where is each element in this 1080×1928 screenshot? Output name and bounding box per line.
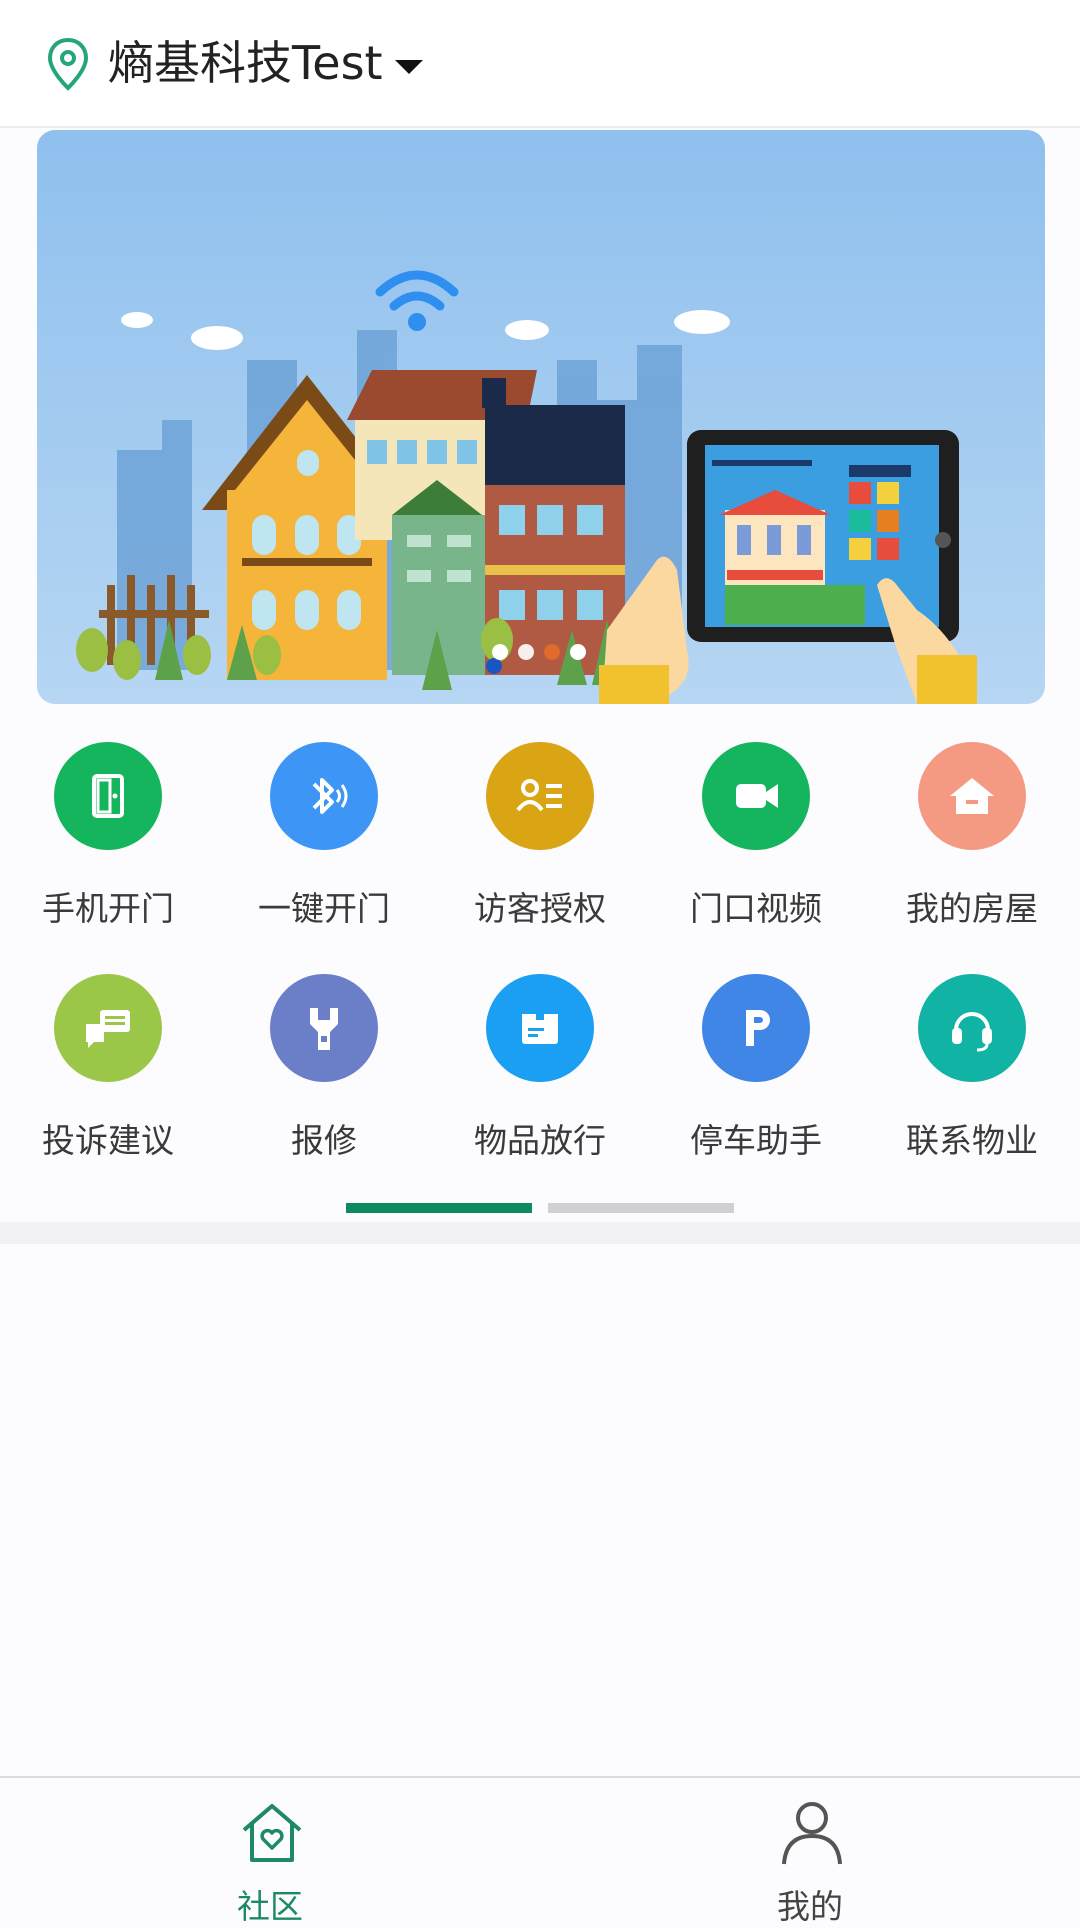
service-label: 门口视频 [690,889,822,928]
chat-bubble-icon [54,974,162,1082]
parking-icon [702,974,810,1082]
smart-community-illustration [37,130,1045,704]
user-icon [782,1802,842,1865]
house-icon [918,742,1026,850]
wrench-icon [270,974,378,1082]
home-heart-icon [242,1804,302,1862]
pager-indicator-inactive[interactable] [548,1203,734,1213]
service-label: 联系物业 [906,1121,1038,1160]
service-visitor-auth[interactable]: 访客授权 [432,740,648,960]
service-parking[interactable]: 停车助手 [648,972,864,1192]
phone-door-icon [54,742,162,850]
headset-icon [918,974,1026,1082]
location-pin-icon [47,37,89,91]
community-selector[interactable]: 熵基科技Test [108,30,423,96]
service-complaint[interactable]: 投诉建议 [0,972,216,1192]
service-label: 访客授权 [474,889,606,928]
service-label: 停车助手 [690,1121,822,1160]
service-label: 一键开门 [258,889,390,928]
visitor-list-icon [486,742,594,850]
community-name: 熵基科技Test [108,36,383,90]
service-phone-door[interactable]: 手机开门 [0,740,216,960]
caret-down-icon [394,59,423,74]
service-label: 物品放行 [474,1121,606,1160]
tab-label: 社区 [237,1887,303,1926]
grid-pager [0,1203,1080,1213]
pager-indicator-active[interactable] [346,1203,532,1213]
service-one-key-door[interactable]: 一键开门 [216,740,432,960]
service-label: 手机开门 [42,889,174,928]
banner-carousel[interactable] [37,130,1045,704]
service-item-release[interactable]: 物品放行 [432,972,648,1192]
package-icon [486,974,594,1082]
service-contact-property[interactable]: 联系物业 [864,972,1080,1192]
service-my-house[interactable]: 我的房屋 [864,740,1080,960]
top-bar: 熵基科技Test [0,0,1080,128]
tab-mine[interactable]: 我的 [540,1778,1080,1926]
service-label: 投诉建议 [42,1121,174,1160]
section-divider [0,1222,1080,1244]
video-camera-icon [702,742,810,850]
service-door-video[interactable]: 门口视频 [648,740,864,960]
tab-label: 我的 [777,1887,843,1926]
service-label: 我的房屋 [906,889,1038,928]
service-repair[interactable]: 报修 [216,972,432,1192]
tab-community[interactable]: 社区 [0,1778,540,1926]
service-label: 报修 [291,1121,357,1160]
bluetooth-icon [270,742,378,850]
bottom-tab-bar: 社区 我的 [0,1776,1080,1926]
